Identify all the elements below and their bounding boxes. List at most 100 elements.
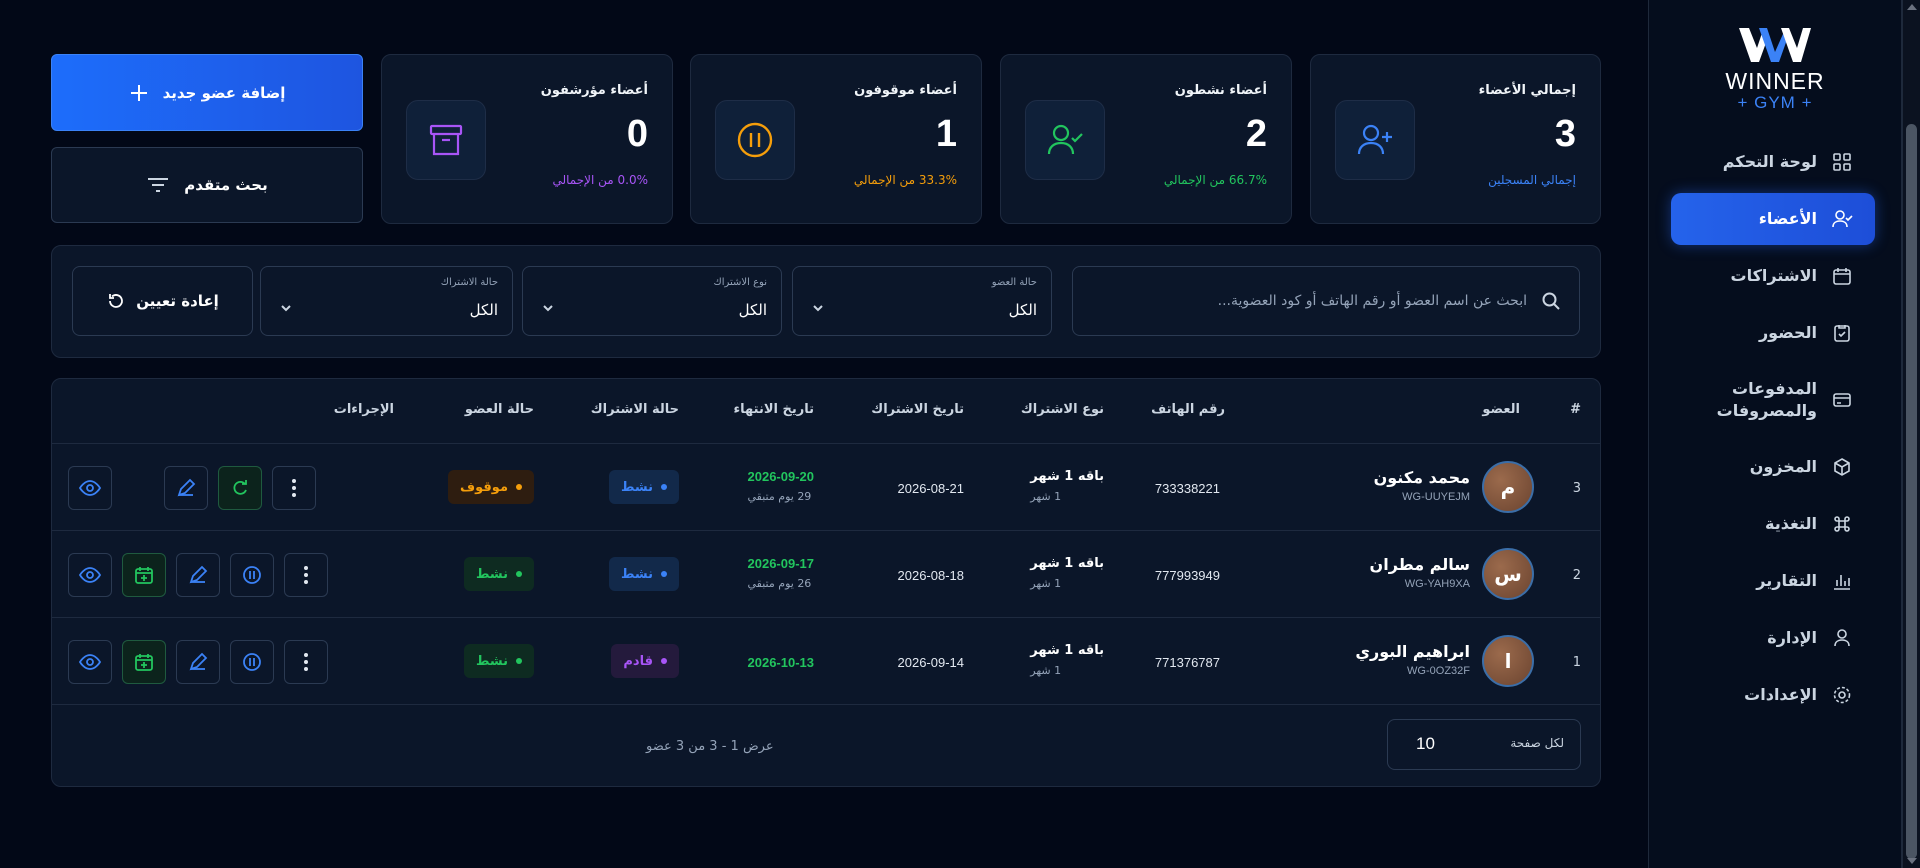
select-value: الكل [1008, 301, 1037, 319]
end-date: 2026-09-20 [747, 469, 815, 484]
attendance-button[interactable] [122, 553, 166, 597]
end-date: 2026-09-17 [747, 556, 815, 571]
page-scrollbar[interactable] [1902, 0, 1920, 868]
stat-value: 3 [1554, 113, 1576, 155]
stat-card-suspended: أعضاء موقوفون 1 33.3% من الإجمالي [690, 54, 982, 224]
bar-chart-icon [1831, 570, 1853, 592]
more-options-button[interactable] [272, 466, 316, 510]
stat-subtext: 66.7% من الإجمالي [1163, 173, 1267, 187]
pencil-icon [189, 565, 208, 584]
subscription-status-badge: نشط [608, 557, 679, 591]
advanced-search-button[interactable]: بحث متقدم [51, 147, 363, 223]
stat-icon-box [406, 100, 486, 180]
add-member-button[interactable]: إضافة عضو جديد [51, 54, 363, 131]
plus-icon [130, 84, 147, 101]
view-button[interactable] [68, 640, 112, 684]
edit-button[interactable] [164, 466, 208, 510]
stat-title: إجمالي الأعضاء [1478, 83, 1576, 98]
member-name[interactable]: ابراهيم البوري [1355, 642, 1470, 661]
sidebar-item-reports[interactable]: التقارير [1671, 555, 1875, 607]
col-header-member: العضو [1482, 402, 1520, 417]
subscription-status-select[interactable]: حالة الاشتراك الكل [260, 266, 513, 336]
table-row[interactable]: 3 م محمد مكنون WG-UUYEJM 733338221 باقه … [52, 444, 1600, 531]
col-header-type: نوع الاشتراك [1020, 402, 1104, 417]
subscription-status-badge: نشط [608, 470, 679, 504]
search-input[interactable]: ابحث عن اسم العضو أو رقم الهاتف أو كود ا… [1218, 293, 1527, 309]
select-caption: نوع الاشتراك [713, 277, 767, 288]
subscription-plan: باقه 1 شهر 1 شهر [1030, 469, 1104, 503]
select-value: الكل [469, 301, 498, 319]
scroll-up-arrow-icon[interactable] [1907, 4, 1917, 10]
member-info: محمد مكنون WG-UUYEJM [1374, 468, 1470, 503]
edit-button[interactable] [176, 640, 220, 684]
select-caption: حالة الاشتراك [440, 277, 498, 288]
reset-label: إعادة تعيين [136, 292, 219, 310]
pause-button[interactable] [230, 640, 274, 684]
member-info: سالم مطران WG-YAH9XA [1370, 555, 1470, 590]
sidebar-item-label: لوحة التحكم [1722, 152, 1817, 172]
sidebar-item-payments[interactable]: المدفوعات والمصروفات [1671, 364, 1875, 436]
stat-card-active: أعضاء نشطون 2 66.7% من الإجمالي [1000, 54, 1292, 224]
clipboard-check-icon [1831, 322, 1853, 344]
sidebar-item-subscriptions[interactable]: الاشتراكات [1671, 250, 1875, 302]
chevron-down-icon [543, 305, 553, 312]
avatar: س [1482, 548, 1534, 600]
per-page-value: 10 [1416, 734, 1435, 753]
pause-button[interactable] [230, 553, 274, 597]
user-plus-icon [1357, 124, 1392, 155]
member-phone: 777993949 [1154, 568, 1220, 583]
sidebar-item-inventory[interactable]: المخزون [1671, 441, 1875, 493]
stat-card-archived: أعضاء مؤرشفون 0 0.0% من الإجمالي [381, 54, 673, 224]
member-name[interactable]: سالم مطران [1370, 555, 1470, 574]
sidebar-item-dashboard[interactable]: لوحة التحكم [1671, 136, 1875, 188]
sidebar-nav: لوحة التحكم الأعضاء الاشتراكات الحضور ال… [1671, 136, 1875, 726]
sidebar-item-label: الإدارة [1767, 628, 1817, 648]
end-date-cell: 2026-09-17 26 يوم متبقي [748, 556, 815, 590]
sidebar-item-settings[interactable]: الإعدادات [1671, 669, 1875, 721]
sidebar-item-nutrition[interactable]: التغذية [1671, 498, 1875, 550]
col-header-actions: الإجراءات [333, 402, 394, 417]
chevron-down-icon [281, 305, 291, 312]
sidebar-item-members[interactable]: الأعضاء [1671, 193, 1875, 245]
plan-duration: 1 شهر [1030, 577, 1062, 590]
kebab-menu-icon [292, 479, 296, 497]
add-member-label: إضافة عضو جديد [162, 83, 286, 102]
edit-button[interactable] [176, 553, 220, 597]
archive-icon [429, 124, 463, 156]
reset-filters-button[interactable]: إعادة تعيين [72, 266, 253, 336]
avatar: م [1482, 461, 1534, 513]
pagination-summary: عرض 1 - 3 من 3 عضو [646, 739, 774, 754]
scroll-thumb[interactable] [1906, 124, 1917, 859]
renew-button[interactable] [218, 466, 262, 510]
subscription-type-select[interactable]: نوع الاشتراك الكل [522, 266, 782, 336]
pause-circle-icon [737, 122, 773, 158]
scroll-down-arrow-icon[interactable] [1907, 858, 1917, 864]
more-options-button[interactable] [284, 553, 328, 597]
badge-label: نشط [475, 653, 508, 669]
view-button[interactable] [68, 553, 112, 597]
eye-icon [79, 654, 101, 670]
sidebar-item-label: التغذية [1764, 514, 1817, 534]
pause-circle-icon [243, 566, 261, 584]
attendance-button[interactable] [122, 640, 166, 684]
search-field[interactable]: ابحث عن اسم العضو أو رقم الهاتف أو كود ا… [1072, 266, 1580, 336]
sidebar-item-admin[interactable]: الإدارة [1671, 612, 1875, 664]
sidebar-item-label: الاشتراكات [1730, 266, 1818, 286]
member-status-select[interactable]: حالة العضو الكل [792, 266, 1052, 336]
table-row[interactable]: 1 ا ابراهيم البوري WG-0OZ32F 771376787 ب… [52, 618, 1600, 705]
table-header: # العضو رقم الهاتف نوع الاشتراك تاريخ ال… [52, 379, 1600, 444]
pause-circle-icon [243, 653, 261, 671]
table-row[interactable]: 2 س سالم مطران WG-YAH9XA 777993949 باقه … [52, 531, 1600, 618]
brand-logo[interactable]: WINNER + GYM + [1649, 24, 1901, 113]
plan-name: باقه 1 شهر [1030, 643, 1104, 658]
users-check-icon [1831, 208, 1853, 230]
per-page-select[interactable]: لكل صفحة 10 [1387, 719, 1581, 770]
member-name[interactable]: محمد مكنون [1374, 468, 1470, 487]
plan-name: باقه 1 شهر [1030, 556, 1104, 571]
sidebar-item-attendance[interactable]: الحضور [1671, 307, 1875, 359]
sidebar-item-label: التقارير [1756, 571, 1817, 591]
more-options-button[interactable] [284, 640, 328, 684]
winner-logo-icon [1739, 28, 1811, 62]
stat-icon-box [1025, 100, 1105, 180]
view-button[interactable] [68, 466, 112, 510]
